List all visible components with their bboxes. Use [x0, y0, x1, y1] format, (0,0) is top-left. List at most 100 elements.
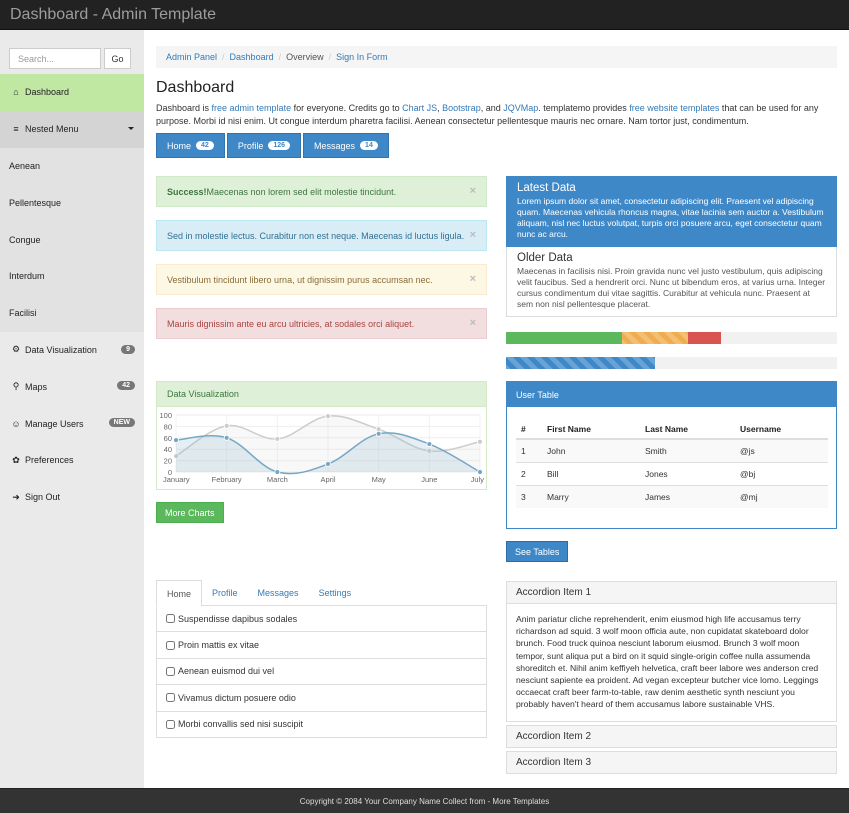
- sidebar-item-sign-out[interactable]: ➜ Sign Out: [0, 479, 144, 516]
- tabs-panel: Home Profile Messages Settings Suspendis…: [156, 580, 487, 738]
- breadcrumb-separator: /: [278, 52, 282, 62]
- todo-checkbox[interactable]: [166, 719, 175, 729]
- data-point: [325, 413, 331, 420]
- chartjs-link[interactable]: Chart JS: [402, 103, 437, 113]
- bootstrap-link[interactable]: Bootstrap: [442, 103, 481, 113]
- accordion-header-3[interactable]: Accordion Item 3: [506, 750, 837, 774]
- table-cell: Jones: [640, 461, 735, 485]
- sidebar-item-label: Congue: [9, 234, 41, 245]
- page-title: Dashboard: [156, 79, 235, 96]
- accordion-header-1[interactable]: Accordion Item 1: [506, 581, 837, 604]
- x-tick-label: June: [421, 475, 437, 484]
- free-website-templates-link[interactable]: free website templates: [629, 103, 719, 113]
- column-header: Last Name: [640, 419, 735, 440]
- todo-item: Morbi convallis sed nisi suscipit: [156, 711, 487, 738]
- see-tables-button[interactable]: See Tables: [506, 541, 569, 562]
- sidebar-subitem-aenean[interactable]: Aenean: [0, 147, 144, 185]
- breadcrumb-separator: /: [328, 52, 332, 62]
- breadcrumb-separator: /: [222, 52, 225, 62]
- table-cell: @js: [735, 438, 828, 462]
- breadcrumb-sign-in-form[interactable]: Sign In Form: [336, 52, 388, 62]
- tab-home[interactable]: Home: [156, 580, 203, 607]
- list-item-older-data[interactable]: Older Data Maecenas in facilisis nisi. P…: [506, 247, 837, 317]
- tab-bar: Home Profile Messages Settings: [156, 580, 487, 607]
- sidebar-item-manage-users[interactable]: ☺ Manage Users NEW: [0, 405, 144, 442]
- sidebar-subitem-facilisi[interactable]: Facilisi: [0, 294, 144, 332]
- home-icon: ⌂: [13, 87, 19, 98]
- caret-down-icon: [128, 126, 134, 130]
- data-point: [477, 438, 483, 445]
- line-chart: 020406080100January February March April May…: [159, 411, 484, 484]
- x-tick-label: February: [212, 475, 242, 484]
- column-header: First Name: [542, 419, 640, 440]
- close-icon[interactable]: ×: [470, 317, 476, 329]
- search-go-button[interactable]: Go: [104, 48, 131, 69]
- sidebar-subitem-congue[interactable]: Congue: [0, 221, 144, 258]
- table-cell: 3: [516, 484, 542, 508]
- sidebar-item-nested-menu[interactable]: ≡ Nested Menu: [0, 110, 144, 148]
- breadcrumb: Admin Panel / Dashboard / Overview / Sig…: [156, 46, 837, 68]
- y-tick-label: 80: [164, 422, 172, 431]
- more-charts-button[interactable]: More Charts: [156, 502, 224, 523]
- pill-messages[interactable]: Messages 14: [303, 133, 389, 158]
- table-cell: Smith: [640, 438, 735, 462]
- table-cell: 2: [516, 461, 542, 485]
- sidebar-item-data-visualization[interactable]: ⚙ Data Visualization 9: [0, 332, 144, 369]
- y-tick-label: 100: [159, 411, 172, 420]
- todo-checkbox[interactable]: [166, 614, 175, 624]
- table-cell: Bill: [542, 461, 640, 485]
- sidebar-item-label: Data Visualization: [25, 344, 97, 355]
- y-tick-label: 40: [164, 445, 172, 454]
- sidebar-item-label: Manage Users: [25, 418, 84, 429]
- sidebar-item-maps[interactable]: ⚲ Maps 42: [0, 368, 144, 405]
- breadcrumb-dashboard[interactable]: Dashboard: [230, 52, 274, 62]
- data-point: [426, 441, 433, 447]
- todo-checkbox[interactable]: [166, 640, 175, 650]
- table-row: 3 Marry James @mj: [516, 484, 828, 508]
- breadcrumb-admin-panel[interactable]: Admin Panel: [166, 52, 217, 62]
- sidebar-item-dashboard[interactable]: ⌂ Dashboard: [0, 74, 144, 111]
- close-icon[interactable]: ×: [470, 229, 476, 241]
- sidebar-item-preferences[interactable]: ✿ Preferences: [0, 442, 144, 479]
- alert-warning: Vestibulum tincidunt libero urna, ut dig…: [156, 264, 487, 295]
- close-icon[interactable]: ×: [470, 185, 476, 197]
- free-admin-template-link[interactable]: free admin template: [212, 103, 292, 113]
- search-input[interactable]: [9, 48, 101, 69]
- progress-bar-stacked: [506, 332, 837, 344]
- app-title[interactable]: Dashboard - Admin Template: [10, 6, 216, 24]
- count-badge: 126: [268, 141, 291, 150]
- pill-profile[interactable]: Profile 126: [226, 133, 302, 158]
- sidebar-item-label: Preferences: [25, 455, 74, 466]
- table-row: 1 John Smith @js: [516, 438, 828, 462]
- sidebar-item-label: Facilisi: [9, 308, 37, 319]
- x-tick-label: January: [163, 475, 190, 484]
- count-badge: 42: [196, 141, 214, 150]
- pill-home[interactable]: Home 42: [156, 133, 225, 158]
- map-marker-icon: ⚲: [12, 381, 20, 392]
- tab-messages[interactable]: Messages: [248, 580, 309, 606]
- tab-settings[interactable]: Settings: [309, 580, 362, 606]
- pill-buttons: Home 42 Profile 126 Messages 14: [156, 133, 391, 158]
- cog-icon: ✿: [12, 454, 20, 465]
- sidebar-item-label: Dashboard: [25, 87, 70, 98]
- x-tick-label: March: [267, 475, 288, 484]
- jqvmap-link[interactable]: JQVMap: [503, 103, 538, 113]
- accordion-header-2[interactable]: Accordion Item 2: [506, 724, 837, 748]
- sidebar-item-label: Maps: [25, 381, 48, 392]
- data-point: [325, 461, 331, 467]
- sidebar-subitem-interdum[interactable]: Interdum: [0, 257, 144, 295]
- data-point: [274, 436, 281, 442]
- count-badge: 42: [117, 381, 135, 391]
- list-item-latest-data[interactable]: Latest Data Lorem ipsum dolor sit amet, …: [506, 176, 837, 247]
- close-icon[interactable]: ×: [470, 273, 476, 285]
- todo-checkbox[interactable]: [166, 666, 175, 676]
- table-row: 2 Bill Jones @bj: [516, 461, 828, 485]
- sidebar-subitem-pellentesque[interactable]: Pellentesque: [0, 184, 144, 222]
- chart-panel: Data Visualization 0 20 40 60 80 100 January Fe…: [156, 381, 487, 490]
- data-point: [223, 422, 230, 429]
- count-badge: 9: [121, 344, 135, 354]
- user-table: # First Name Last Name Username 1 John S…: [516, 419, 828, 508]
- progress-segment: [688, 332, 722, 344]
- todo-checkbox[interactable]: [166, 693, 175, 703]
- tab-profile[interactable]: Profile: [202, 580, 248, 606]
